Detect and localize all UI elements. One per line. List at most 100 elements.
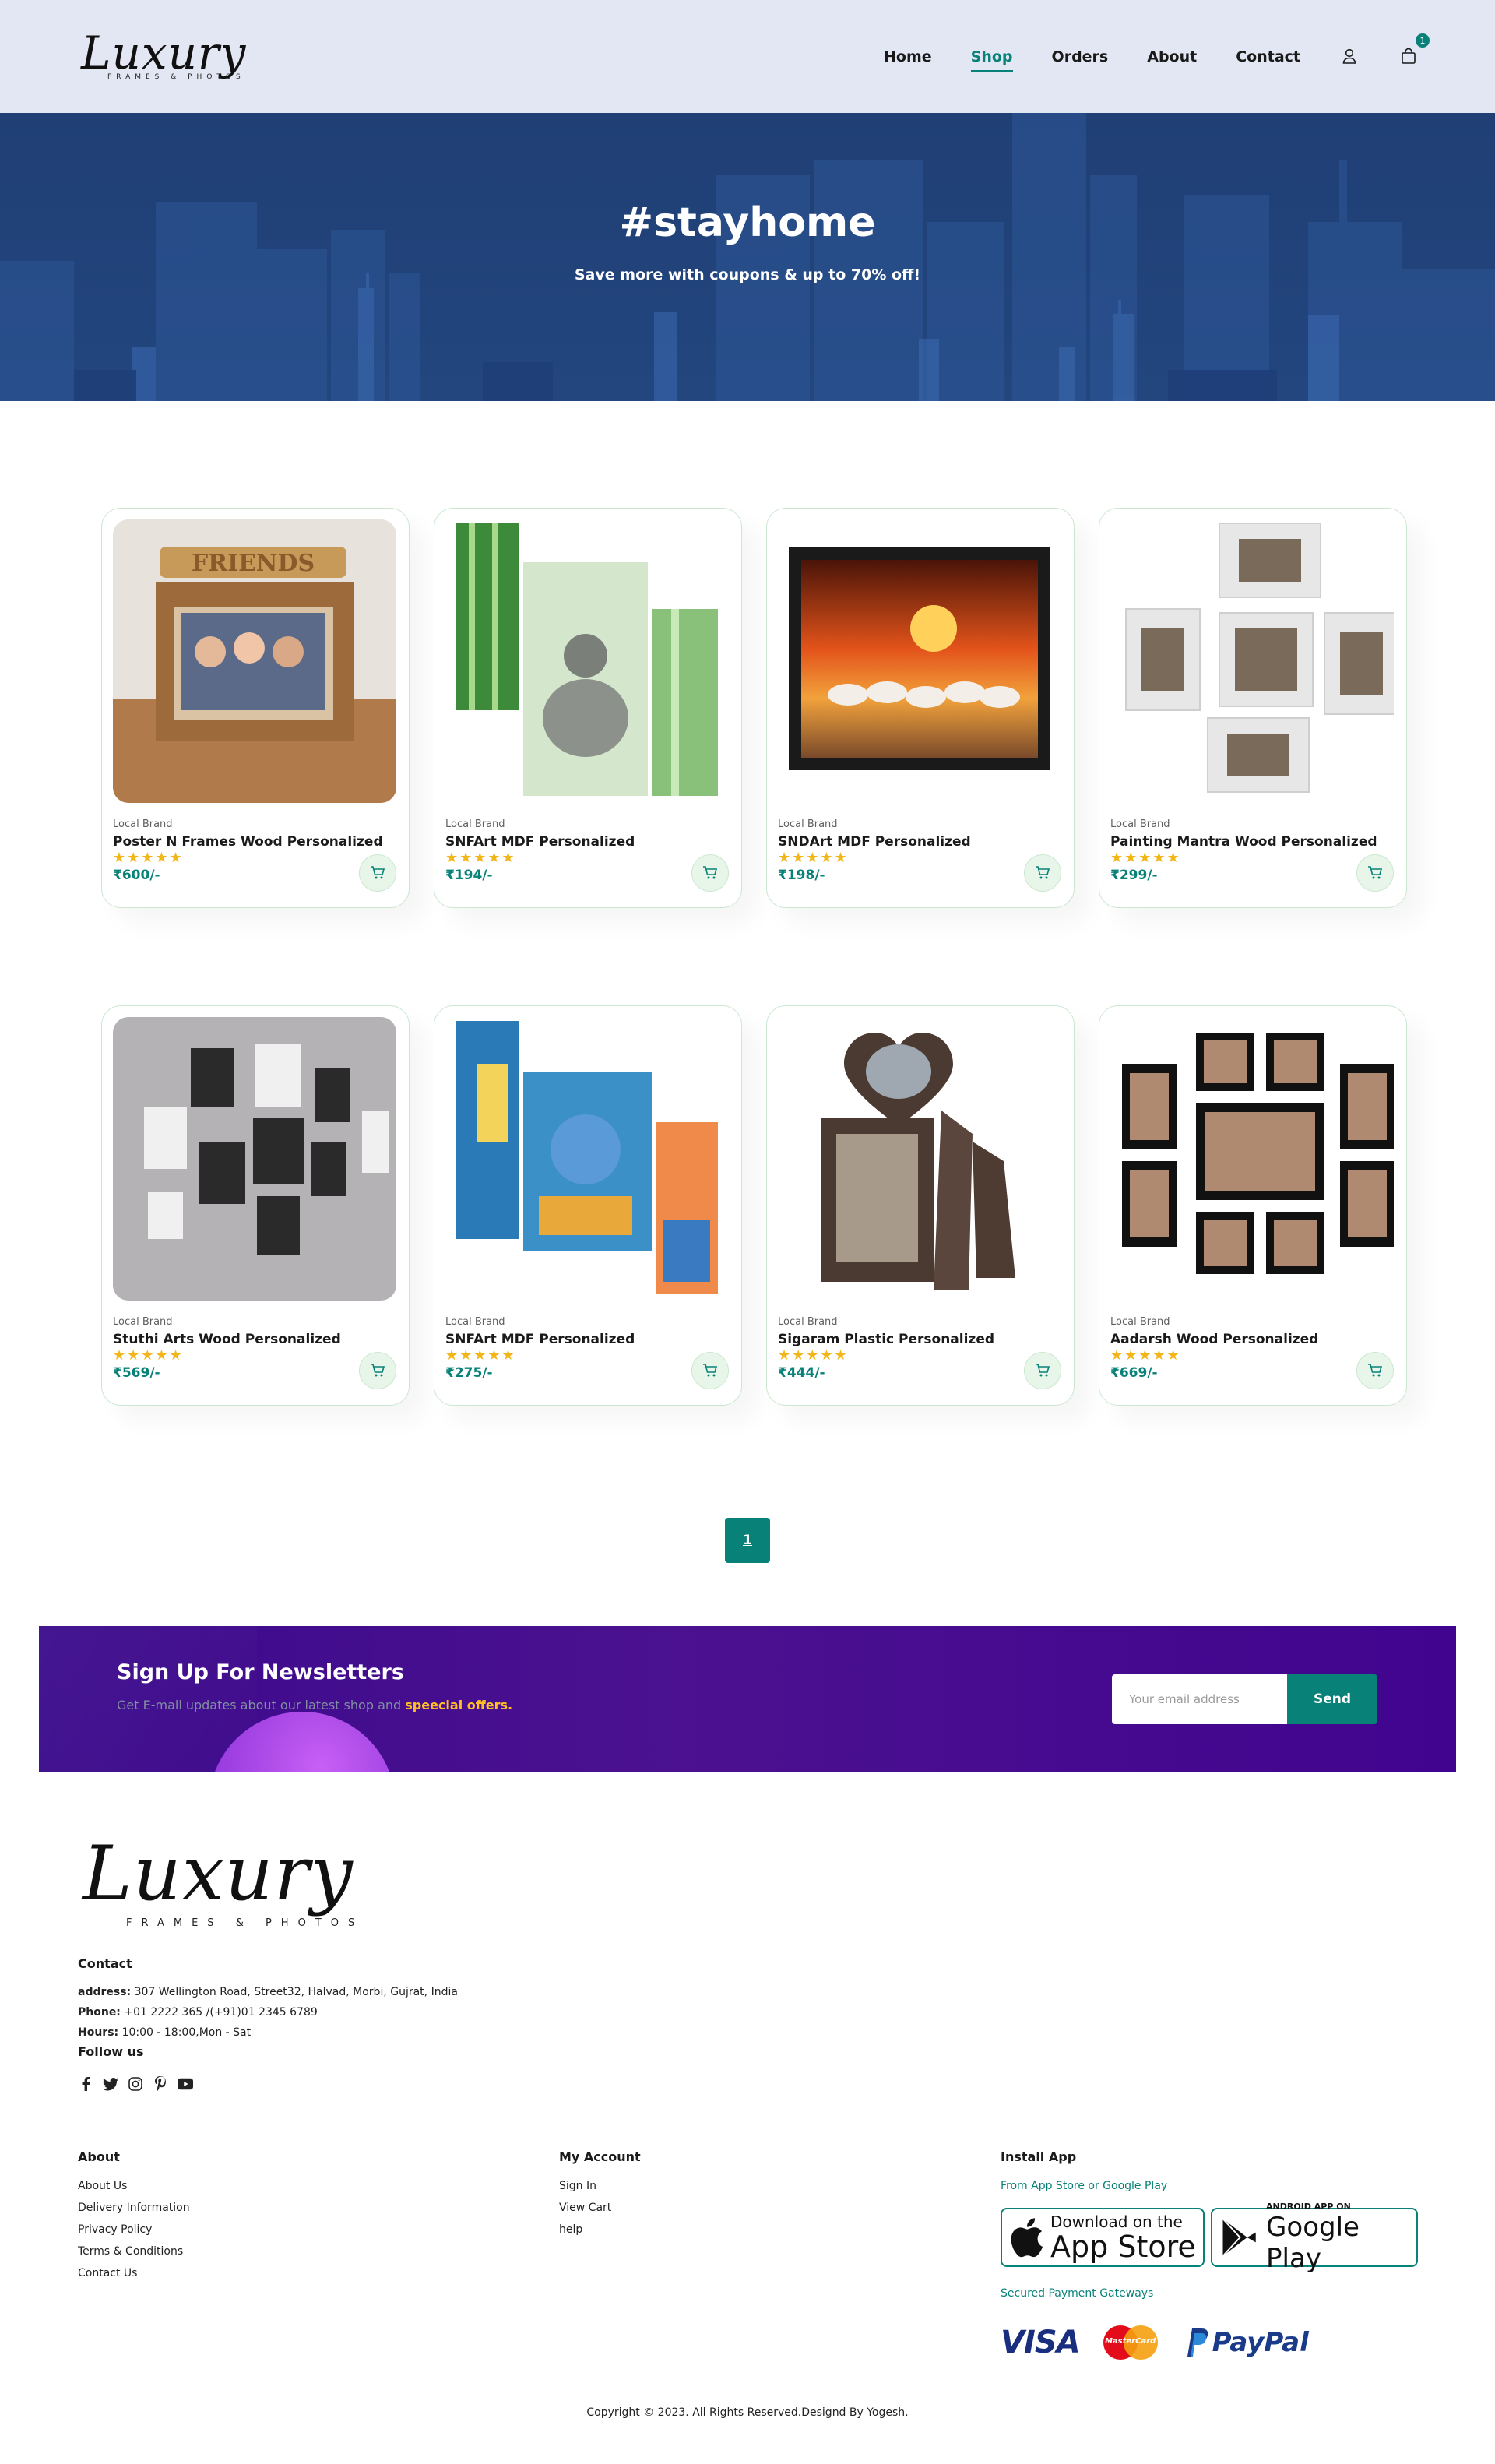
pagination-page-1[interactable]: 1 (725, 1518, 770, 1563)
product-image[interactable]: FRIENDS (113, 519, 396, 803)
youtube-icon[interactable] (178, 2076, 193, 2092)
star-rating: ★★★★★ (113, 1347, 184, 1364)
product-image[interactable] (778, 519, 1061, 803)
app-store-badge[interactable]: Download on the App Store (1001, 2208, 1205, 2267)
apple-icon (1011, 2218, 1043, 2258)
newsletter-form: Send (1112, 1674, 1377, 1724)
add-to-cart-button[interactable] (691, 854, 729, 892)
instagram-icon[interactable] (128, 2076, 143, 2092)
site-logo[interactable]: Luxury FRAMES & PHOTOS (78, 22, 245, 92)
star-rating: ★★★★★ (778, 1347, 849, 1364)
product-brand: Local Brand (778, 818, 838, 830)
add-to-cart-button[interactable] (359, 854, 396, 892)
nav-contact[interactable]: Contact (1236, 48, 1300, 65)
google-small-text: ANDROID APP ON (1266, 2201, 1351, 2212)
logo-script: Luxury (83, 1830, 354, 1917)
footer-about: About About Us Delivery Information Priv… (78, 2149, 190, 2284)
product-name[interactable]: SNFArt MDF Personalized (445, 834, 730, 850)
footer-logo[interactable]: Luxury FRAMES & PHOTOS (78, 1830, 354, 1939)
cart-icon (703, 866, 718, 879)
product-image[interactable] (445, 1017, 729, 1301)
footer-install-app: Install App From App Store or Google Pla… (1001, 2149, 1418, 2360)
nav-orders[interactable]: Orders (1052, 48, 1109, 65)
product-brand: Local Brand (1110, 818, 1170, 830)
star-rating: ★★★★★ (445, 850, 516, 866)
cart-icon (371, 1364, 385, 1377)
main-nav: Home Shop Orders About Contact 1 (845, 33, 1430, 67)
cart-icon (1368, 1364, 1383, 1377)
link-delivery-information[interactable]: Delivery Information (78, 2197, 190, 2219)
phone-label: Phone: (78, 2006, 121, 2019)
product-name[interactable]: Stuthi Arts Wood Personalized (113, 1332, 398, 1347)
link-sign-in[interactable]: Sign In (559, 2175, 641, 2197)
product-brand: Local Brand (445, 1316, 505, 1328)
link-privacy-policy[interactable]: Privacy Policy (78, 2219, 190, 2240)
product-name[interactable]: Poster N Frames Wood Personalized (113, 834, 398, 850)
product-price: ₹600/- (113, 868, 160, 883)
nav-about[interactable]: About (1147, 48, 1197, 65)
product-image[interactable] (113, 1017, 396, 1301)
product-name[interactable]: Aadarsh Wood Personalized (1110, 1332, 1395, 1347)
app-store-badges: Download on the App Store ANDROID APP ON… (1001, 2202, 1418, 2274)
app-store-text: From App Store or Google Play (1001, 2180, 1168, 2192)
link-contact-us[interactable]: Contact Us (78, 2262, 190, 2284)
link-about-us[interactable]: About Us (78, 2175, 190, 2197)
facebook-icon[interactable] (78, 2076, 93, 2092)
add-to-cart-button[interactable] (1024, 1352, 1061, 1389)
product-image[interactable] (1110, 519, 1394, 803)
address-value: 307 Wellington Road, Street32, Halvad, M… (134, 1986, 458, 1998)
link-help[interactable]: help (559, 2219, 641, 2240)
cart-count-badge: 1 (1416, 33, 1430, 48)
payment-text: Secured Payment Gateways (1001, 2287, 1154, 2300)
logo-subtitle: FRAMES & PHOTOS (107, 72, 245, 81)
hours-value: 10:00 - 18:00,Mon - Sat (121, 2026, 252, 2039)
product-brand: Local Brand (113, 818, 173, 830)
product-card[interactable]: FRIENDS Local Brand Poster N Frames Wood… (101, 508, 410, 908)
star-rating: ★★★★★ (1110, 1347, 1181, 1364)
install-app-heading: Install App (1001, 2149, 1077, 2164)
product-grid-row-2: Local Brand Stuthi Arts Wood Personalize… (101, 1005, 1409, 1406)
user-icon[interactable] (1339, 46, 1360, 66)
product-name[interactable]: Painting Mantra Wood Personalized (1110, 834, 1395, 850)
product-card[interactable]: Local Brand Aadarsh Wood Personalized ★★… (1099, 1005, 1407, 1406)
product-name[interactable]: SNFArt MDF Personalized (445, 1332, 730, 1347)
nav-shop[interactable]: Shop (971, 48, 1013, 65)
add-to-cart-button[interactable] (359, 1352, 396, 1389)
product-image[interactable] (778, 1017, 1061, 1301)
send-button[interactable]: Send (1287, 1674, 1377, 1724)
star-rating: ★★★★★ (1110, 850, 1181, 866)
address-line: address: 307 Wellington Road, Street32, … (78, 1982, 458, 2002)
payment-methods: VISA MasterCard PayPal (1001, 2325, 1418, 2360)
product-image[interactable] (445, 519, 729, 803)
star-rating: ★★★★★ (445, 1347, 516, 1364)
hero-subtitle: Save more with coupons & up to 70% off! (574, 266, 921, 283)
email-input[interactable] (1112, 1674, 1287, 1724)
cart-icon (371, 866, 385, 879)
link-view-cart[interactable]: View Cart (559, 2197, 641, 2219)
hero-title: #stayhome (619, 199, 876, 246)
contact-heading: Contact (78, 1956, 132, 1971)
product-card[interactable]: Local Brand Sigaram Plastic Personalized… (766, 1005, 1075, 1406)
twitter-icon[interactable] (103, 2076, 118, 2092)
product-card[interactable]: Local Brand Stuthi Arts Wood Personalize… (101, 1005, 410, 1406)
product-name[interactable]: SNDArt MDF Personalized (778, 834, 1063, 850)
google-play-badge[interactable]: ANDROID APP ON Google Play (1211, 2202, 1418, 2274)
add-to-cart-button[interactable] (1356, 854, 1394, 892)
logo-script: Luxury (81, 26, 247, 79)
nav-home[interactable]: Home (884, 48, 932, 65)
add-to-cart-button[interactable] (1356, 1352, 1394, 1389)
product-card[interactable]: Local Brand SNFArt MDF Personalized ★★★★… (434, 508, 742, 908)
product-image[interactable] (1110, 1017, 1394, 1301)
link-terms-conditions[interactable]: Terms & Conditions (78, 2240, 190, 2262)
add-to-cart-button[interactable] (1024, 854, 1061, 892)
product-card[interactable]: Local Brand SNDArt MDF Personalized ★★★★… (766, 508, 1075, 908)
product-card[interactable]: Local Brand SNFArt MDF Personalized ★★★★… (434, 1005, 742, 1406)
phone-value: +01 2222 365 /(+91)01 2345 6789 (124, 2006, 318, 2019)
product-name[interactable]: Sigaram Plastic Personalized (778, 1332, 1063, 1347)
pinterest-icon[interactable] (153, 2076, 168, 2092)
shopping-bag-icon[interactable]: 1 (1398, 33, 1430, 66)
product-card[interactable]: Local Brand Painting Mantra Wood Persona… (1099, 508, 1407, 908)
add-to-cart-button[interactable] (691, 1352, 729, 1389)
city-skyline-image (0, 113, 1495, 401)
product-price: ₹299/- (1110, 868, 1158, 883)
